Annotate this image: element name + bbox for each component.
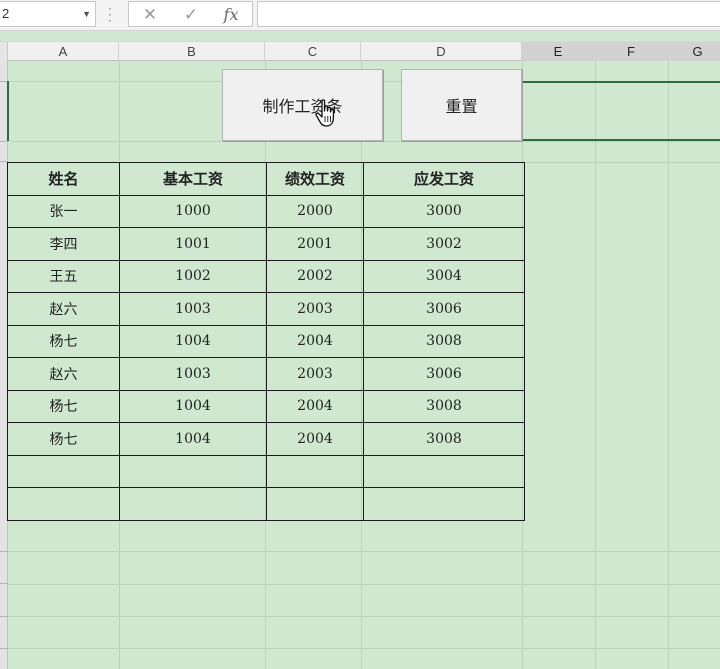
header-base-salary[interactable]: 基本工资 bbox=[119, 162, 267, 196]
gridline bbox=[8, 648, 720, 649]
gridline bbox=[8, 616, 720, 617]
table-cell[interactable]: 3002 bbox=[363, 227, 525, 261]
table-cell[interactable]: 1002 bbox=[119, 259, 267, 293]
salary-table: 姓名 基本工资 绩效工资 应发工资 张一 1000 2000 3000 李四 1… bbox=[7, 162, 525, 521]
select-all-corner[interactable] bbox=[0, 42, 8, 61]
formula-input[interactable] bbox=[257, 1, 720, 27]
row-divider bbox=[0, 551, 8, 552]
table-header-row: 姓名 基本工资 绩效工资 应发工资 bbox=[7, 162, 525, 196]
table-cell[interactable]: 2003 bbox=[266, 357, 364, 391]
column-header-a[interactable]: A bbox=[8, 42, 119, 61]
table-cell[interactable]: 2001 bbox=[266, 227, 364, 261]
gridline bbox=[668, 61, 669, 669]
reset-button[interactable]: 重置 bbox=[401, 69, 522, 141]
table-cell[interactable] bbox=[119, 454, 267, 488]
name-box[interactable]: 2 ▼ bbox=[0, 1, 96, 27]
gridline bbox=[8, 141, 720, 142]
table-cell[interactable] bbox=[7, 454, 120, 488]
table-cell[interactable]: 李四 bbox=[7, 227, 120, 261]
column-header-e[interactable]: E bbox=[522, 42, 595, 61]
insert-function-icon[interactable]: fx bbox=[219, 4, 243, 26]
table-row: 李四 1001 2001 3002 bbox=[7, 227, 525, 261]
enter-icon[interactable]: ✓ bbox=[179, 4, 203, 26]
gridline bbox=[8, 584, 720, 585]
table-cell[interactable]: 3004 bbox=[363, 259, 525, 293]
column-header-c[interactable]: C bbox=[265, 42, 361, 61]
table-cell[interactable]: 杨七 bbox=[7, 422, 120, 456]
chevron-down-icon[interactable]: ▼ bbox=[82, 2, 91, 26]
table-row: 杨七 1004 2004 3008 bbox=[7, 422, 525, 456]
table-cell[interactable]: 2004 bbox=[266, 422, 364, 456]
row-divider bbox=[0, 141, 8, 142]
header-gross-salary[interactable]: 应发工资 bbox=[363, 162, 525, 196]
column-header-f[interactable]: F bbox=[595, 42, 668, 61]
table-cell[interactable]: 杨七 bbox=[7, 389, 120, 423]
cell-selection-edge bbox=[7, 81, 9, 141]
table-cell[interactable]: 2003 bbox=[266, 292, 364, 326]
table-cell[interactable]: 3000 bbox=[363, 194, 525, 228]
make-payslip-button[interactable]: 制作工资条 bbox=[222, 69, 383, 141]
table-cell[interactable] bbox=[363, 487, 525, 521]
column-header-b[interactable]: B bbox=[119, 42, 265, 61]
row-divider bbox=[0, 648, 8, 649]
name-box-value: 2 bbox=[2, 6, 10, 21]
table-row: 张一 1000 2000 3000 bbox=[7, 194, 525, 228]
formula-buttons: ✕ ✓ fx bbox=[128, 1, 253, 27]
table-row: 赵六 1003 2003 3006 bbox=[7, 292, 525, 326]
table-cell[interactable]: 1004 bbox=[119, 389, 267, 423]
table-cell[interactable]: 1004 bbox=[119, 324, 267, 358]
table-cell[interactable]: 1004 bbox=[119, 422, 267, 456]
table-cell[interactable]: 2004 bbox=[266, 389, 364, 423]
formula-bar: 2 ▼ · · · ✕ ✓ fx bbox=[0, 0, 720, 31]
table-cell[interactable]: 王五 bbox=[7, 259, 120, 293]
table-cell[interactable]: 2002 bbox=[266, 259, 364, 293]
table-cell[interactable]: 1000 bbox=[119, 194, 267, 228]
cell-selection bbox=[522, 81, 720, 141]
table-row: 杨七 1004 2004 3008 bbox=[7, 324, 525, 358]
table-cell[interactable]: 赵六 bbox=[7, 292, 120, 326]
table-row bbox=[7, 454, 525, 488]
table-cell[interactable] bbox=[266, 487, 364, 521]
gridline bbox=[8, 551, 720, 552]
hand-pointer-icon bbox=[315, 99, 335, 127]
header-performance-salary[interactable]: 绩效工资 bbox=[266, 162, 364, 196]
table-cell[interactable]: 1001 bbox=[119, 227, 267, 261]
row-divider bbox=[0, 583, 8, 584]
gridline bbox=[595, 61, 596, 669]
table-cell[interactable]: 2000 bbox=[266, 194, 364, 228]
column-header-g[interactable]: G bbox=[668, 42, 720, 61]
table-cell[interactable] bbox=[266, 454, 364, 488]
cancel-icon[interactable]: ✕ bbox=[138, 4, 162, 26]
header-name[interactable]: 姓名 bbox=[7, 162, 120, 196]
table-row: 杨七 1004 2004 3008 bbox=[7, 389, 525, 423]
column-header-d[interactable]: D bbox=[361, 42, 522, 61]
table-cell[interactable] bbox=[119, 487, 267, 521]
table-cell[interactable]: 1003 bbox=[119, 292, 267, 326]
table-cell[interactable]: 3008 bbox=[363, 324, 525, 358]
table-cell[interactable] bbox=[7, 487, 120, 521]
table-row: 赵六 1003 2003 3006 bbox=[7, 357, 525, 391]
table-cell[interactable]: 2004 bbox=[266, 324, 364, 358]
table-cell[interactable]: 赵六 bbox=[7, 357, 120, 391]
table-row: 王五 1002 2002 3004 bbox=[7, 259, 525, 293]
table-row bbox=[7, 487, 525, 521]
table-cell[interactable]: 3006 bbox=[363, 357, 525, 391]
more-options-icon[interactable]: · · · bbox=[108, 3, 112, 27]
row-divider bbox=[0, 616, 8, 617]
table-cell[interactable]: 3008 bbox=[363, 389, 525, 423]
table-cell[interactable]: 3008 bbox=[363, 422, 525, 456]
table-cell[interactable]: 1003 bbox=[119, 357, 267, 391]
table-cell[interactable]: 3006 bbox=[363, 292, 525, 326]
column-header: A B C D E F G bbox=[0, 41, 720, 61]
table-cell[interactable]: 张一 bbox=[7, 194, 120, 228]
table-cell[interactable] bbox=[363, 454, 525, 488]
table-cell[interactable]: 杨七 bbox=[7, 324, 120, 358]
